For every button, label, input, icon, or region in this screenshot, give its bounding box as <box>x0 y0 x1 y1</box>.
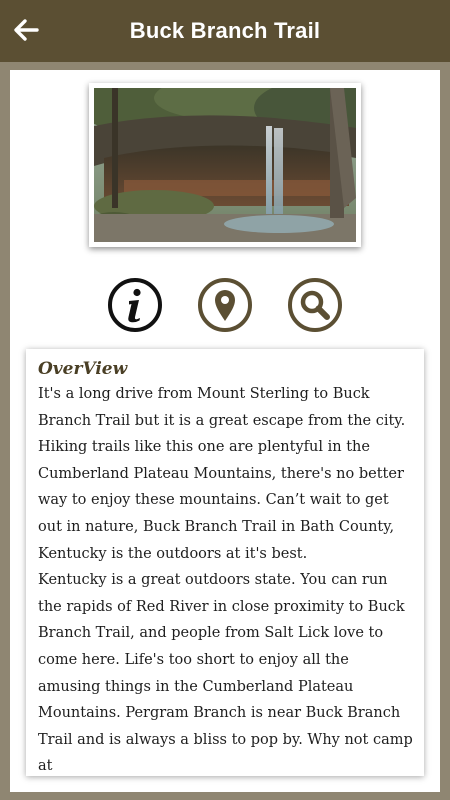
app-bar: Buck Branch Trail <box>0 0 450 62</box>
back-button[interactable] <box>8 12 44 48</box>
overview-card: OverView It's a long drive from Mount St… <box>26 349 424 776</box>
trail-photo[interactable] <box>89 83 361 247</box>
overview-heading: OverView <box>38 359 128 379</box>
overview-paragraph: It's a long drive from Mount Sterling to… <box>38 386 406 562</box>
map-pin-icon <box>198 278 252 332</box>
info-icon <box>108 278 162 332</box>
waterfall-photo <box>94 88 356 242</box>
map-button[interactable] <box>197 277 253 333</box>
search-button[interactable] <box>287 277 343 333</box>
arrow-left-icon <box>14 19 39 41</box>
action-icons <box>10 277 440 333</box>
overview-paragraph: Kentucky is a great outdoors state. You … <box>38 572 413 775</box>
content-frame: OverView It's a long drive from Mount St… <box>0 62 450 800</box>
search-icon <box>288 278 342 332</box>
content-panel: OverView It's a long drive from Mount St… <box>10 70 440 792</box>
page-title: Buck Branch Trail <box>129 18 321 43</box>
overview-body: It's a long drive from Mount Sterling to… <box>38 381 414 776</box>
info-button[interactable] <box>107 277 163 333</box>
